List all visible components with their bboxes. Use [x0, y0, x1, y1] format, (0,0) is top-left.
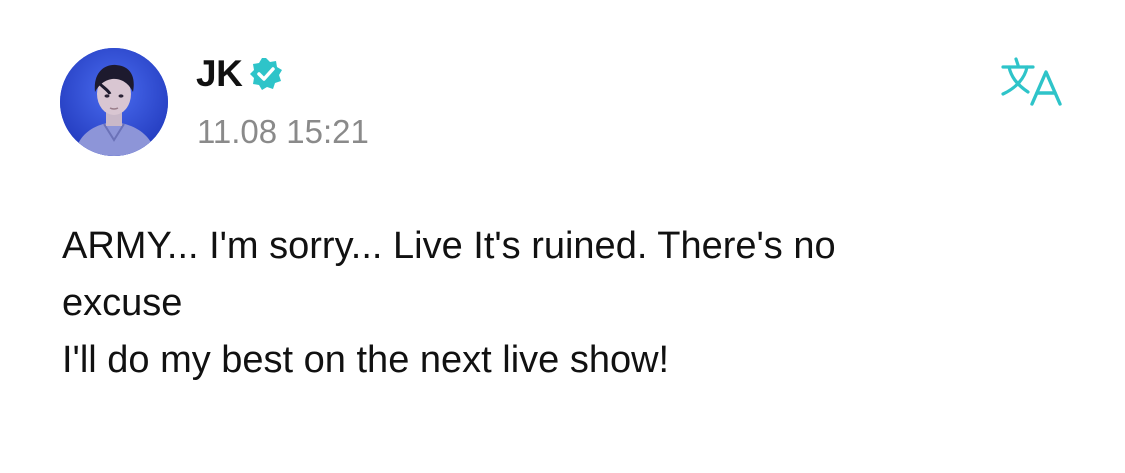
author-name[interactable]: JK [196, 52, 243, 96]
translate-icon [1001, 57, 1062, 106]
translate-button[interactable] [998, 56, 1068, 108]
post-timestamp: 11.08 15:21 [197, 113, 369, 150]
profile-photo [60, 48, 168, 156]
post-body-line: excuse [62, 282, 183, 324]
verified-badge-icon [250, 58, 283, 90]
post-body: ARMY... I'm sorry... Live It's ruined. T… [62, 218, 1062, 389]
post-body-line: I'll do my best on the next live show! [62, 339, 670, 381]
author-name-row[interactable]: JK [196, 52, 284, 96]
avatar[interactable] [60, 48, 168, 156]
post-body-line: ARMY... I'm sorry... Live It's ruined. T… [62, 225, 836, 267]
post-card: JK 11.08 15:21 ARMY... I'm sorry... Live… [0, 0, 1125, 473]
